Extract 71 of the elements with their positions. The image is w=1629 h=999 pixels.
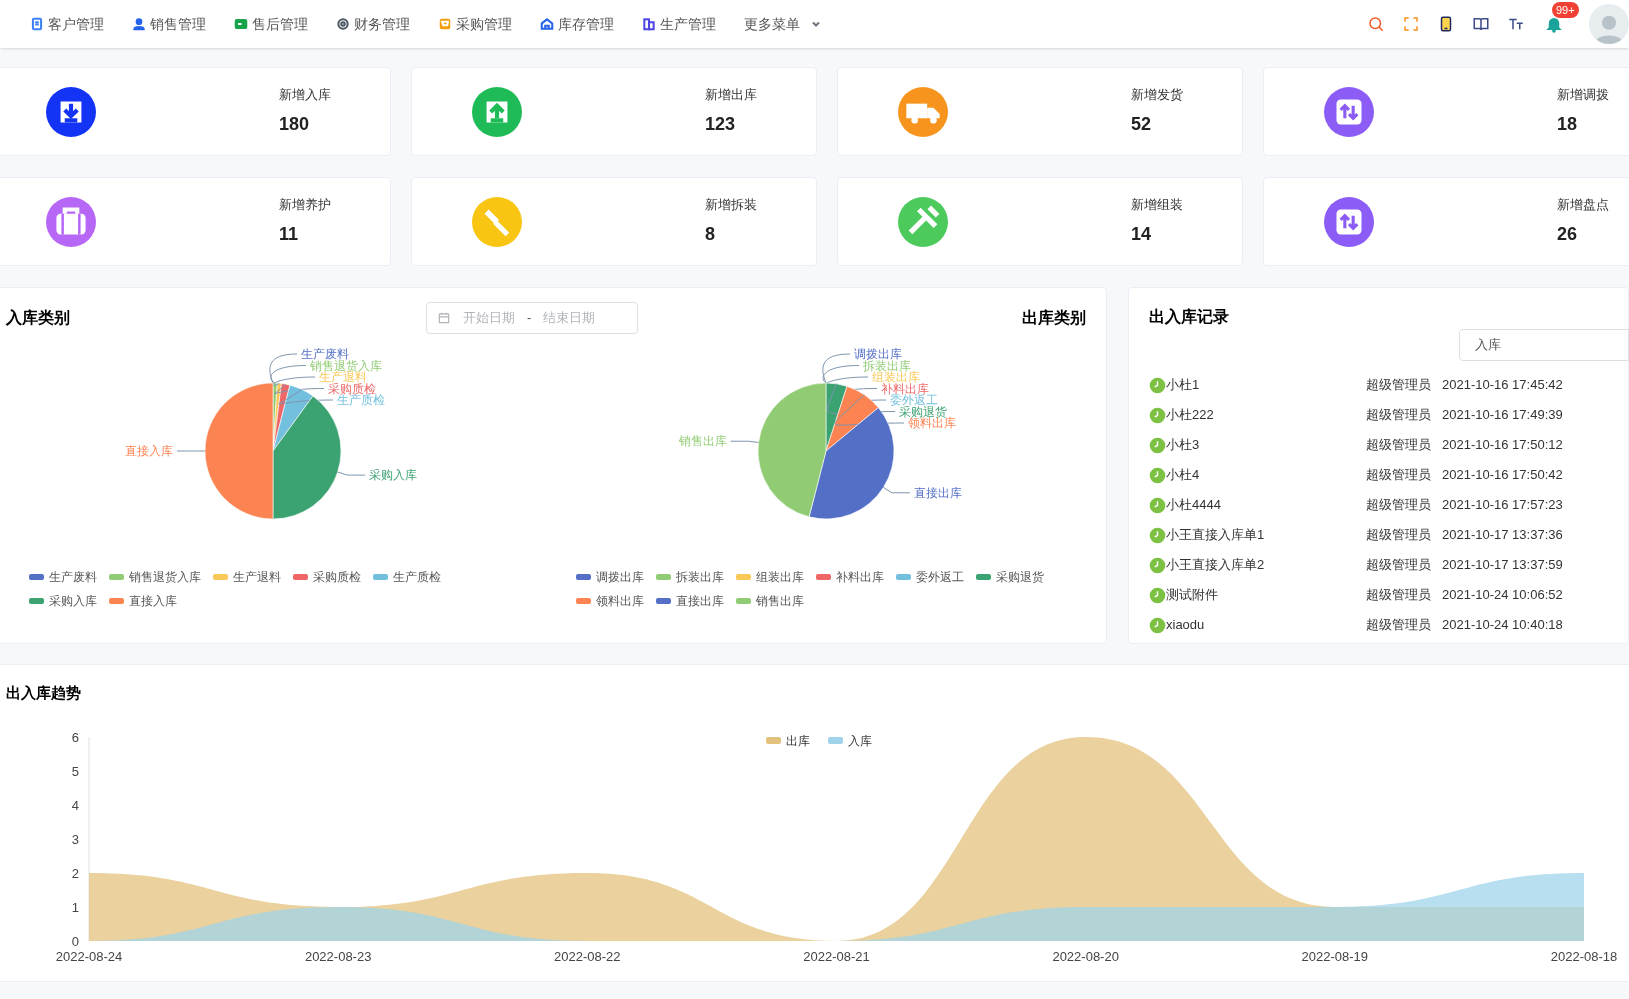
chart-title: 入库类别 <box>6 308 71 328</box>
slice-label: 领料出库 <box>908 416 956 430</box>
stat-label: 新增入库 <box>279 85 331 104</box>
axis-tick-label: 0 <box>71 933 79 949</box>
stat-label: 新增出库 <box>705 85 757 104</box>
record-user: 超级管理员 <box>1366 376 1431 395</box>
record-user: 超级管理员 <box>1366 526 1431 545</box>
record-time: 2021-10-16 17:49:39 <box>1442 406 1563 425</box>
legend-label: 入库 <box>848 733 872 748</box>
axis-tick-label: 2022-08-19 <box>1301 948 1369 964</box>
axis-tick-label: 2022-08-18 <box>1550 948 1618 964</box>
axis-tick-label: 2022-08-24 <box>55 948 123 964</box>
axis-tick-label: 2022-08-22 <box>554 948 621 964</box>
slice-label: 委外返工 <box>890 393 938 407</box>
record-time: 2021-10-16 17:50:42 <box>1442 466 1563 485</box>
record-time: 2021-10-17 13:37:59 <box>1442 556 1563 575</box>
axis-tick-label: 2022-08-21 <box>803 948 870 964</box>
slice-label: 采购入库 <box>369 468 418 483</box>
record-time: 2021-10-16 17:45:42 <box>1442 376 1563 395</box>
legend-item: 入库 <box>828 733 872 748</box>
record-user: 超级管理员 <box>1366 586 1431 605</box>
axis-tick-label: 1 <box>71 899 79 915</box>
record-user: 超级管理员 <box>1366 556 1431 575</box>
axis-tick-label: 3 <box>71 831 79 847</box>
record-user: 超级管理员 <box>1366 406 1431 425</box>
stat-value: 180 <box>279 113 311 137</box>
record-time: 2021-10-16 17:57:23 <box>1442 496 1563 515</box>
slice-label: 生产废料 <box>301 347 349 361</box>
stat-label: 新增盘点 <box>1557 195 1609 214</box>
legend-item: 出库 <box>766 733 810 748</box>
record-user: 超级管理员 <box>1366 616 1431 635</box>
start-date-placeholder: 开始日期 <box>463 309 515 328</box>
record-user: 超级管理员 <box>1366 436 1431 455</box>
stat-value: 8 <box>705 223 716 247</box>
stat-label: 新增养护 <box>279 195 331 214</box>
slice-label: 生产退料 <box>319 370 367 384</box>
stat-label: 新增拆装 <box>705 195 757 214</box>
slice-label: 生产质检 <box>337 393 385 407</box>
axis-tick-label: 2 <box>71 865 79 881</box>
stat-value: 52 <box>1131 113 1153 137</box>
legend-label: 出库 <box>786 733 810 748</box>
stat-label: 新增组装 <box>1131 195 1183 214</box>
stat-value: 14 <box>1131 223 1153 247</box>
axis-tick-label: 4 <box>71 797 79 813</box>
panel-title: 出入库记录 <box>1148 307 1230 327</box>
end-date-placeholder: 结束日期 <box>543 309 596 328</box>
axis-tick-label: 5 <box>71 763 79 779</box>
slice-label: 直接出库 <box>913 485 962 500</box>
record-user: 超级管理员 <box>1366 466 1431 485</box>
stat-value: 11 <box>279 223 300 247</box>
axis-tick-label: 6 <box>71 729 79 745</box>
axis-tick-label: 2022-08-23 <box>304 948 372 964</box>
stat-value: 26 <box>1557 223 1579 247</box>
record-time: 2021-10-17 13:37:36 <box>1442 526 1563 545</box>
slice-label: 销售出库 <box>678 434 727 449</box>
stat-value: 123 <box>705 113 737 137</box>
chart-title: 出库类别 <box>1022 308 1086 328</box>
record-user: 超级管理员 <box>1366 496 1431 515</box>
stat-label: 新增调拨 <box>1557 85 1609 104</box>
record-time: 2021-10-16 17:50:12 <box>1442 436 1563 455</box>
record-time: 2021-10-24 10:40:18 <box>1442 616 1563 635</box>
stat-label: 新增发货 <box>1131 85 1183 104</box>
chart-title: 出入库趋势 <box>5 683 82 703</box>
slice-label: 直接入库 <box>125 444 173 458</box>
slice-label: 调拨出库 <box>854 347 902 361</box>
axis-tick-label: 2022-08-20 <box>1052 948 1119 964</box>
record-time: 2021-10-24 10:06:52 <box>1442 586 1563 605</box>
slice-label: 组装出库 <box>872 370 920 384</box>
stat-value: 18 <box>1557 113 1579 137</box>
range-separator: - <box>527 309 532 328</box>
notification-badge: 99+ <box>1552 2 1579 18</box>
